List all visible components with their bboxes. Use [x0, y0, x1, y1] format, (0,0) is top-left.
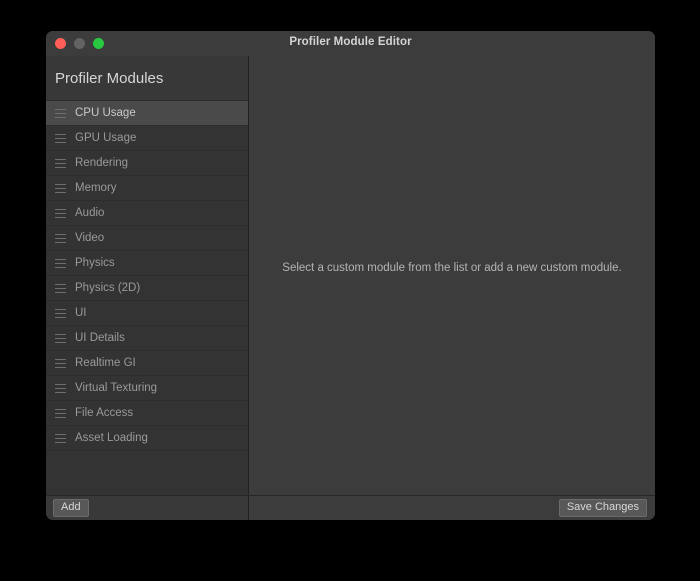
module-label: UI	[75, 307, 87, 319]
module-list-item-cpu-usage[interactable]: CPU Usage	[46, 101, 248, 126]
module-label: File Access	[75, 407, 134, 419]
save-changes-button[interactable]: Save Changes	[558, 499, 647, 517]
module-label: Physics (2D)	[75, 282, 141, 294]
drag-handle-icon[interactable]	[55, 183, 66, 193]
footer-left-section: Add	[46, 496, 249, 520]
drag-handle-icon[interactable]	[55, 233, 66, 243]
module-label: Rendering	[75, 157, 129, 169]
module-list-item-file-access[interactable]: File Access	[46, 401, 248, 426]
module-list-item-virtual-texturing[interactable]: Virtual Texturing	[46, 376, 248, 401]
module-list-item-physics[interactable]: Physics	[46, 251, 248, 276]
drag-handle-icon[interactable]	[55, 358, 66, 368]
drag-handle-icon[interactable]	[55, 133, 66, 143]
profiler-module-editor-window: Profiler Module Editor Profiler Modules …	[46, 31, 655, 520]
profiler-modules-sidebar: Profiler Modules CPU Usage GPU Usage Ren…	[46, 56, 249, 495]
module-label: UI Details	[75, 332, 125, 344]
window-footer: Add Save Changes	[46, 495, 655, 520]
sidebar-header-label: Profiler Modules	[55, 69, 164, 87]
module-list-item-audio[interactable]: Audio	[46, 201, 248, 226]
drag-handle-icon[interactable]	[55, 108, 66, 118]
module-list: CPU Usage GPU Usage Rendering Memory Aud…	[46, 101, 248, 451]
module-list-item-memory[interactable]: Memory	[46, 176, 248, 201]
add-module-button[interactable]: Add	[53, 499, 89, 517]
module-list-item-asset-loading[interactable]: Asset Loading	[46, 426, 248, 451]
drag-handle-icon[interactable]	[55, 308, 66, 318]
module-list-item-realtime-gi[interactable]: Realtime GI	[46, 351, 248, 376]
module-label: Audio	[75, 207, 105, 219]
window-body: Profiler Modules CPU Usage GPU Usage Ren…	[46, 56, 655, 495]
module-list-item-rendering[interactable]: Rendering	[46, 151, 248, 176]
module-label: Memory	[75, 182, 117, 194]
module-label: Virtual Texturing	[75, 382, 158, 394]
module-list-item-video[interactable]: Video	[46, 226, 248, 251]
module-label: Asset Loading	[75, 432, 148, 444]
drag-handle-icon[interactable]	[55, 208, 66, 218]
sidebar-header: Profiler Modules	[46, 56, 248, 101]
module-label: Realtime GI	[75, 357, 136, 369]
module-label: Video	[75, 232, 105, 244]
drag-handle-icon[interactable]	[55, 158, 66, 168]
module-list-item-ui[interactable]: UI	[46, 301, 248, 326]
empty-state-message: Select a custom module from the list or …	[282, 261, 622, 274]
module-label: CPU Usage	[75, 107, 136, 119]
window-titlebar[interactable]: Profiler Module Editor	[46, 31, 655, 56]
drag-handle-icon[interactable]	[55, 408, 66, 418]
module-label: GPU Usage	[75, 132, 137, 144]
module-list-item-gpu-usage[interactable]: GPU Usage	[46, 126, 248, 151]
window-title: Profiler Module Editor	[289, 36, 412, 48]
drag-handle-icon[interactable]	[55, 333, 66, 343]
drag-handle-icon[interactable]	[55, 383, 66, 393]
drag-handle-icon[interactable]	[55, 433, 66, 443]
drag-handle-icon[interactable]	[55, 283, 66, 293]
screen-root: Profiler Module Editor Profiler Modules …	[0, 0, 700, 581]
module-detail-panel: Select a custom module from the list or …	[249, 56, 655, 495]
module-list-item-ui-details[interactable]: UI Details	[46, 326, 248, 351]
footer-right-section: Save Changes	[249, 496, 655, 520]
module-label: Physics	[75, 257, 115, 269]
module-list-item-physics-2d[interactable]: Physics (2D)	[46, 276, 248, 301]
drag-handle-icon[interactable]	[55, 258, 66, 268]
